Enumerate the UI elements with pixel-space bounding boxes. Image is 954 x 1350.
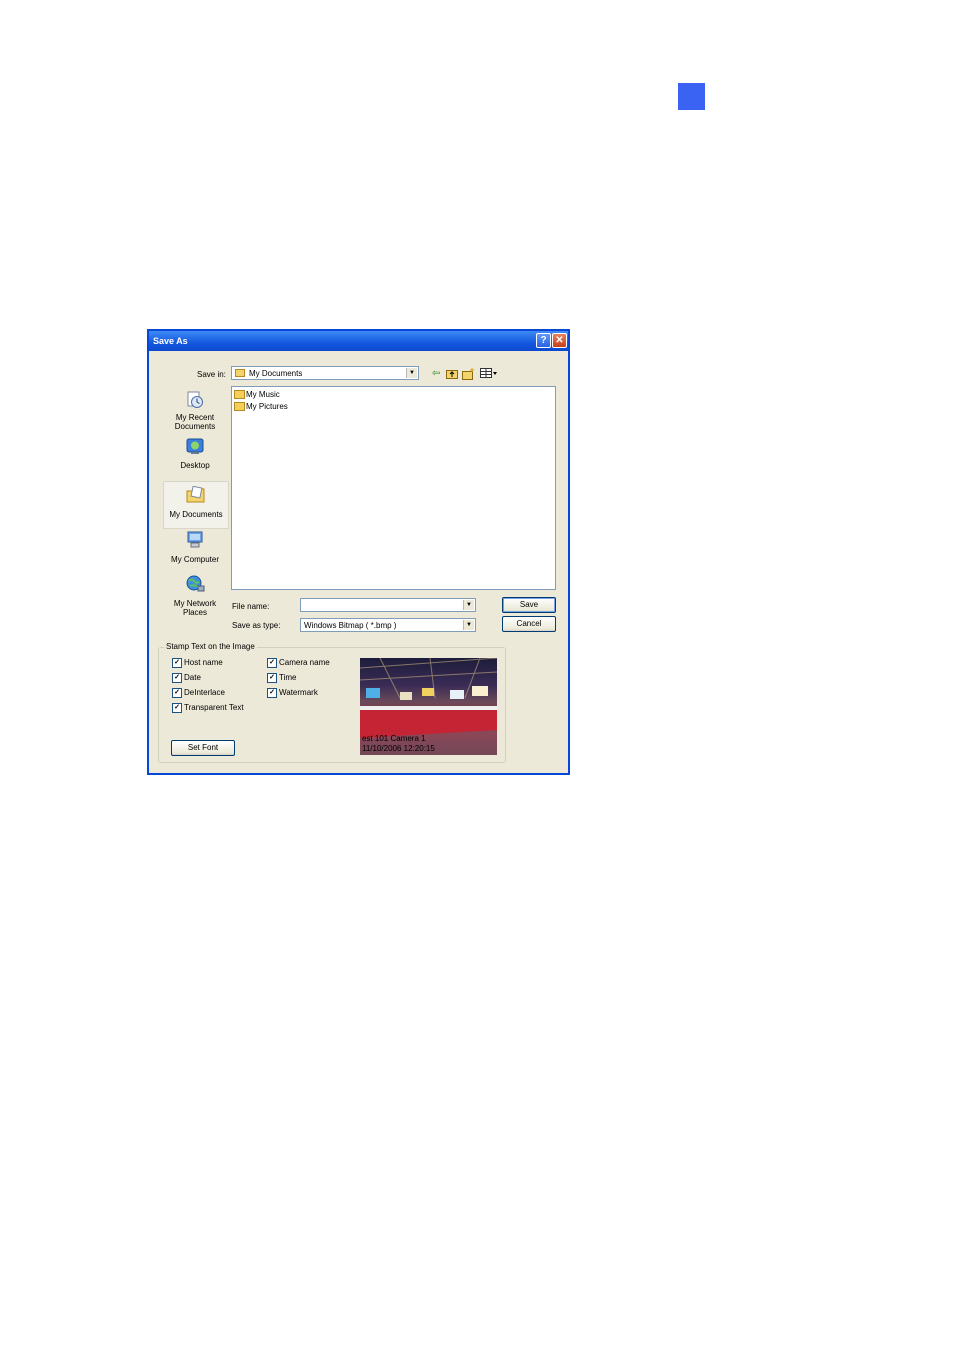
place-label: My Documents [169,510,223,519]
save-as-type-label: Save as type: [232,621,281,630]
set-font-button[interactable]: Set Font [171,740,235,756]
save-in-dropdown[interactable]: My Documents ▼ [231,366,419,380]
file-name-input[interactable]: ▼ [300,598,476,612]
new-folder-icon[interactable] [462,368,475,380]
preview-text-line2: 11/10/2006 12:20:15 [362,744,435,753]
view-menu-icon[interactable] [480,368,498,380]
chevron-down-icon[interactable]: ▼ [406,368,417,378]
my-computer-icon [187,531,203,548]
save-as-type-dropdown[interactable]: Windows Bitmap ( *.bmp ) ▼ [300,618,476,632]
page-corner-marker [678,83,705,110]
place-my-documents[interactable]: My Documents [163,481,229,529]
up-folder-icon[interactable] [446,368,458,380]
close-button[interactable]: ✕ [552,333,567,348]
chevron-down-icon[interactable]: ▼ [463,620,474,630]
file-name-label: File name: [232,602,270,611]
folder-icon [235,369,245,377]
file-name: My Music [246,390,280,399]
desktop-icon [186,438,204,454]
preview-text-line1: est 101 Camera 1 [362,734,426,743]
folder-icon [234,390,245,399]
recent-documents-icon [187,391,203,408]
help-button[interactable]: ? [536,333,551,348]
save-as-type-value: Windows Bitmap ( *.bmp ) [304,621,397,630]
save-as-dialog: Save As ? ✕ Save in: My Documents ▼ ⇦ My… [147,329,570,775]
place-my-computer[interactable]: My Computer [163,531,227,571]
cancel-button[interactable]: Cancel [502,616,556,632]
place-label: Desktop [180,461,210,470]
group-title: Stamp Text on the Image [164,642,257,651]
save-in-value: My Documents [249,369,303,378]
network-places-icon [186,575,205,592]
place-my-recent-documents[interactable]: My Recent Documents [163,387,227,433]
file-list[interactable]: My Music My Pictures [231,386,556,590]
title-bar[interactable]: Save As ? ✕ [149,331,568,351]
dialog-title: Save As [153,336,188,346]
back-arrow-icon[interactable]: ⇦ [432,368,440,380]
place-label: My Network Places [173,599,217,617]
place-desktop[interactable]: Desktop [163,435,227,475]
chevron-down-icon[interactable]: ▼ [463,600,474,610]
place-my-network-places[interactable]: My Network Places [163,575,227,621]
folder-icon [234,402,245,411]
place-label: My Computer [170,555,219,564]
save-in-label: Save in: [197,370,226,379]
file-name: My Pictures [246,402,288,411]
save-button[interactable]: Save [502,597,556,613]
stamp-preview-image: est 101 Camera 1 11/10/2006 12:20:15 [360,658,497,755]
my-documents-icon [186,486,205,503]
place-label: My Recent Documents [174,413,216,431]
